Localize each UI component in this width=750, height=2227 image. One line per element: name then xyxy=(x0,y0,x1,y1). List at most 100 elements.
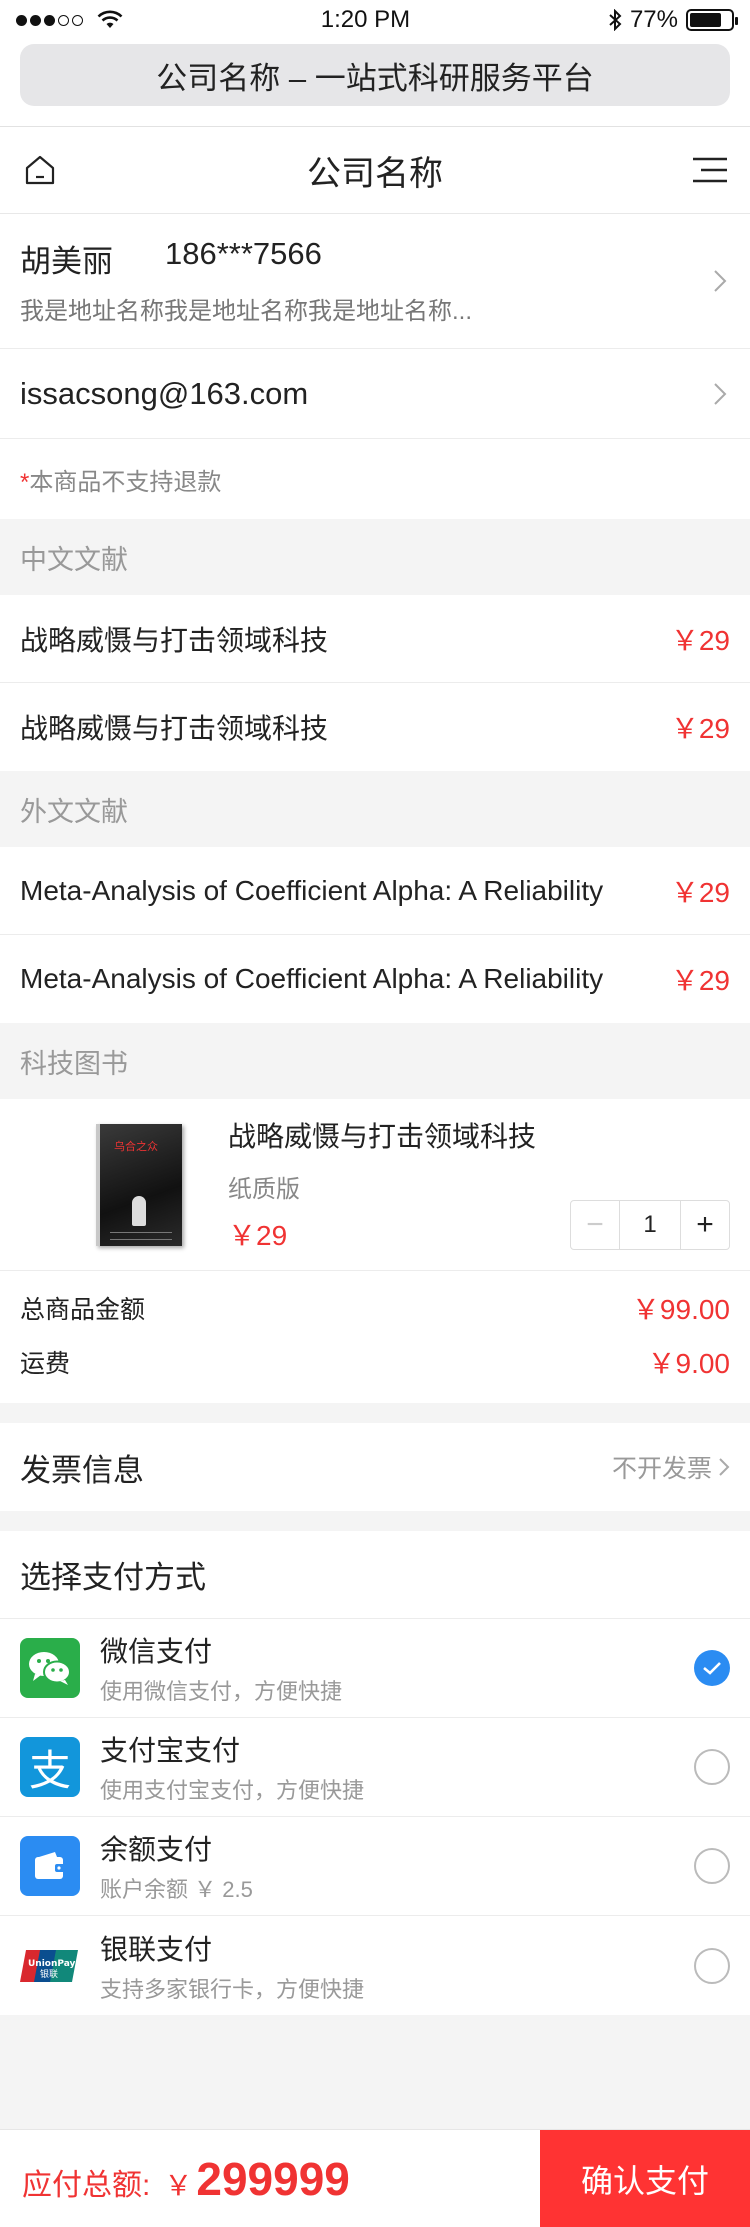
radio-unchecked-icon[interactable] xyxy=(694,1749,730,1785)
list-item[interactable]: Meta-Analysis of Coefficient Alpha: A Re… xyxy=(0,847,750,935)
address-row[interactable]: 胡美丽 186***7566 我是地址名称我是地址名称我是地址名称... xyxy=(0,214,750,349)
wifi-icon xyxy=(97,10,123,28)
wechat-pay-icon xyxy=(20,1638,80,1698)
payable-label: 应付总额: xyxy=(22,2168,151,2202)
foreign-list: Meta-Analysis of Coefficient Alpha: A Re… xyxy=(0,847,750,1023)
payment-text: 微信支付 使用微信支付，方便快捷 xyxy=(100,1630,694,1706)
payment-desc: 使用微信支付，方便快捷 xyxy=(100,1679,343,1704)
page-title: 公司名称 xyxy=(307,154,443,193)
item-price: ￥29 xyxy=(670,876,730,908)
unionpay-icon: UnionPay 银联 xyxy=(20,1936,80,1996)
increment-button[interactable]: + xyxy=(681,1201,729,1249)
book-cover-image[interactable]: 乌合之众 xyxy=(96,1123,182,1246)
payment-text: 支付宝支付 使用支付宝支付，方便快捷 xyxy=(100,1729,694,1805)
status-left xyxy=(16,10,123,30)
payment-method-balance[interactable]: 余额支付 账户余额 ￥ 2.5 xyxy=(0,1817,750,1916)
radio-unchecked-icon[interactable] xyxy=(694,1848,730,1884)
payment-desc: 账户余额 ￥ 2.5 xyxy=(100,1877,253,1902)
payment-title: 选择支付方式 xyxy=(0,1531,750,1619)
item-name: Meta-Analysis of Coefficient Alpha: A Re… xyxy=(20,963,604,994)
checkout-footer: 应付总额: ￥ 299999 确认支付 xyxy=(0,2129,750,2227)
wallet-icon xyxy=(20,1836,80,1896)
status-bar: 1:20 PM 77% xyxy=(0,0,750,40)
book-info: 战略威慑与打击领域科技 纸质版 ￥29 xyxy=(228,1115,570,1254)
confirm-pay-button[interactable]: 确认支付 xyxy=(540,2129,750,2227)
url-title-bar[interactable]: 公司名称 – 一站式科研服务平台 xyxy=(20,44,730,106)
payment-method-alipay[interactable]: 支 支付宝支付 使用支付宝支付，方便快捷 xyxy=(0,1718,750,1817)
radio-checked-icon[interactable] xyxy=(694,1650,730,1686)
svg-text:UnionPay: UnionPay xyxy=(28,1959,76,1969)
address-top: 胡美丽 186***7566 xyxy=(20,236,710,281)
battery-icon xyxy=(686,9,738,31)
radio-unchecked-icon[interactable] xyxy=(694,1947,730,1984)
browser-bar: 公司名称 – 一站式科研服务平台 xyxy=(0,40,750,126)
shipping-value: ￥9.00 xyxy=(647,1348,731,1379)
payment-methods: 微信支付 使用微信支付，方便快捷 支 支付宝支付 使用支付宝支付，方便快捷 余额… xyxy=(0,1619,750,2015)
payable-amount: 299999 xyxy=(196,2152,350,2205)
payment-text: 银联支付 支持多家银行卡，方便快捷 xyxy=(100,1928,694,2004)
invoice-row[interactable]: 发票信息 不开发票 xyxy=(0,1423,750,1511)
book-item: 乌合之众 战略威慑与打击领域科技 纸质版 ￥29 − 1 + xyxy=(0,1099,750,1271)
payable-currency: ￥ xyxy=(164,2169,193,2201)
item-price: ￥29 xyxy=(670,965,730,996)
group-title-chinese: 中文文献 xyxy=(0,519,750,595)
contact-section: 胡美丽 186***7566 我是地址名称我是地址名称我是地址名称... iss… xyxy=(0,214,750,519)
quantity-value[interactable]: 1 xyxy=(619,1201,681,1249)
payment-method-unionpay[interactable]: UnionPay 银联 银联支付 支持多家银行卡，方便快捷 xyxy=(0,1916,750,2015)
list-item[interactable]: Meta-Analysis of Coefficient Alpha: A Re… xyxy=(0,935,750,1023)
bluetooth-icon xyxy=(609,9,622,31)
menu-icon[interactable] xyxy=(690,150,730,190)
payment-name: 微信支付 xyxy=(100,1636,213,1667)
alipay-icon: 支 xyxy=(20,1737,80,1797)
payment-desc: 支持多家银行卡，方便快捷 xyxy=(100,1976,365,2002)
book-price: ￥29 xyxy=(228,1220,288,1251)
address-info: 胡美丽 186***7566 我是地址名称我是地址名称我是地址名称... xyxy=(20,236,710,326)
recipient-name: 胡美丽 xyxy=(20,244,113,279)
payment-name: 支付宝支付 xyxy=(100,1735,241,1766)
list-item[interactable]: 战略威慑与打击领域科技 ￥29 xyxy=(0,683,750,771)
group-title-books: 科技图书 xyxy=(0,1023,750,1099)
payable-total: 应付总额: ￥ 299999 xyxy=(0,2152,540,2206)
email-row[interactable]: issacsong@163.com xyxy=(0,349,750,439)
goods-total-label: 总商品金额 xyxy=(20,1296,146,1324)
item-price: ￥29 xyxy=(670,713,730,744)
battery-percent: 77% xyxy=(629,6,678,33)
chevron-right-icon xyxy=(714,382,727,405)
invoice-value-text: 不开发票 xyxy=(611,1455,712,1483)
goods-total-row: 总商品金额 ￥99.00 xyxy=(0,1281,750,1335)
required-star: * xyxy=(20,468,30,496)
chevron-right-icon xyxy=(719,1458,730,1476)
order-totals: 总商品金额 ￥99.00 运费 ￥9.00 xyxy=(0,1271,750,1403)
payment-name: 银联支付 xyxy=(100,1933,213,1965)
item-name: 战略威慑与打击领域科技 xyxy=(20,713,329,744)
recipient-phone: 186***7566 xyxy=(165,236,322,271)
payment-text: 余额支付 账户余额 ￥ 2.5 xyxy=(100,1828,694,1904)
book-edition: 纸质版 xyxy=(228,1176,300,1203)
goods-total-value: ￥99.00 xyxy=(631,1294,730,1325)
group-title-foreign: 外文文献 xyxy=(0,771,750,847)
item-name: Meta-Analysis of Coefficient Alpha: A Re… xyxy=(20,874,604,906)
payment-method-wechat[interactable]: 微信支付 使用微信支付，方便快捷 xyxy=(0,1619,750,1718)
chevron-right-icon xyxy=(714,270,727,292)
book-title: 战略威慑与打击领域科技 xyxy=(228,1121,537,1152)
svg-text:银联: 银联 xyxy=(40,1968,58,1980)
books-section: 乌合之众 战略威慑与打击领域科技 纸质版 ￥29 − 1 + 总商品金额 ￥99… xyxy=(0,1099,750,1403)
shipping-row: 运费 ￥9.00 xyxy=(0,1335,750,1389)
refund-notice: *本商品不支持退款 xyxy=(0,439,750,519)
home-icon[interactable] xyxy=(20,150,60,190)
decrement-button[interactable]: − xyxy=(571,1201,619,1249)
address-detail: 我是地址名称我是地址名称我是地址名称... xyxy=(20,298,473,325)
item-name: 战略威慑与打击领域科技 xyxy=(20,624,329,656)
item-price: ￥29 xyxy=(670,624,730,656)
payment-name: 余额支付 xyxy=(100,1834,213,1865)
invoice-value: 不开发票 xyxy=(612,1449,730,1485)
invoice-label: 发票信息 xyxy=(20,1452,144,1488)
quantity-stepper: − 1 + xyxy=(570,1200,730,1250)
email-address: issacsong@163.com xyxy=(20,375,309,411)
list-item[interactable]: 战略威慑与打击领域科技 ￥29 xyxy=(0,595,750,683)
nav-bar: 公司名称 xyxy=(0,126,750,214)
book-cover-title: 乌合之众 xyxy=(114,1139,158,1153)
shipping-label: 运费 xyxy=(20,1350,71,1378)
payment-desc: 使用支付宝支付，方便快捷 xyxy=(100,1778,365,1803)
status-time: 1:20 PM xyxy=(320,6,411,33)
